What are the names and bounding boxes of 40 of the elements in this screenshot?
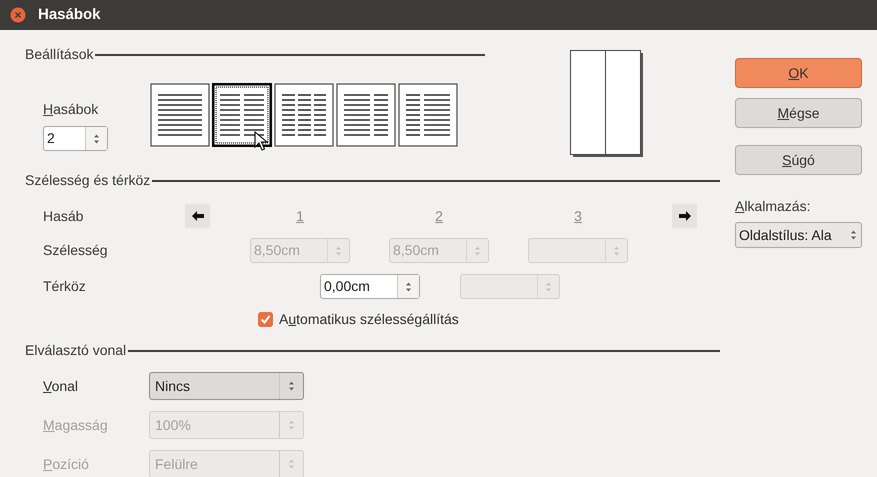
dialog-button[interactable]: Mégse — [735, 98, 862, 128]
stepper-icon[interactable] — [288, 380, 295, 392]
previous-column-button[interactable] — [185, 204, 210, 228]
column-number: 1 — [296, 206, 304, 226]
stepper-icon[interactable] — [405, 280, 412, 292]
section-title: Beállítások — [25, 45, 94, 64]
column-layout-option[interactable] — [398, 83, 458, 147]
spin-field[interactable]: 0,00cm — [320, 274, 420, 299]
column-layout-option[interactable] — [150, 83, 210, 147]
checkbox[interactable] — [258, 312, 273, 327]
field-label: Pozíció — [43, 454, 90, 474]
arrow-left-icon — [192, 211, 204, 221]
column-layout-option[interactable] — [336, 83, 396, 147]
dropdown[interactable]: Nincs — [149, 372, 304, 400]
arrow-right-icon — [678, 211, 690, 221]
column-layout-option[interactable] — [274, 83, 334, 147]
stepper-icon[interactable] — [93, 132, 100, 144]
checkbox-label: Automatikus szélességállítás — [279, 310, 459, 329]
spacing-label: Térköz — [43, 277, 87, 296]
mouse-pointer-icon — [254, 131, 270, 153]
field-label: Vonal — [43, 376, 80, 396]
spin-field[interactable]: 2 — [43, 126, 108, 151]
apply-label: Alkalmazás: — [735, 197, 812, 216]
width-label: Szélesség — [43, 241, 109, 260]
apply-dropdown[interactable]: Oldalstílus: Ala — [735, 222, 862, 248]
column-number: 3 — [574, 206, 582, 226]
columns-label: Hasábok — [43, 100, 100, 119]
section-title: Elválasztó vonal — [25, 341, 128, 360]
stepper-icon[interactable] — [850, 229, 856, 241]
column-layout-option[interactable] — [212, 83, 272, 147]
column-number: 2 — [435, 206, 443, 226]
close-icon[interactable] — [10, 7, 26, 23]
column-label: Hasáb — [43, 206, 84, 226]
next-column-button[interactable] — [672, 204, 697, 228]
section-title: Szélesség és térköz — [25, 171, 152, 190]
dialog-button[interactable]: Súgó — [735, 145, 862, 175]
field-label: Magasság — [43, 416, 109, 435]
window-title: Hasábok — [38, 4, 101, 25]
checkmark-icon — [260, 314, 271, 325]
dialog-button[interactable]: OK — [735, 58, 862, 88]
